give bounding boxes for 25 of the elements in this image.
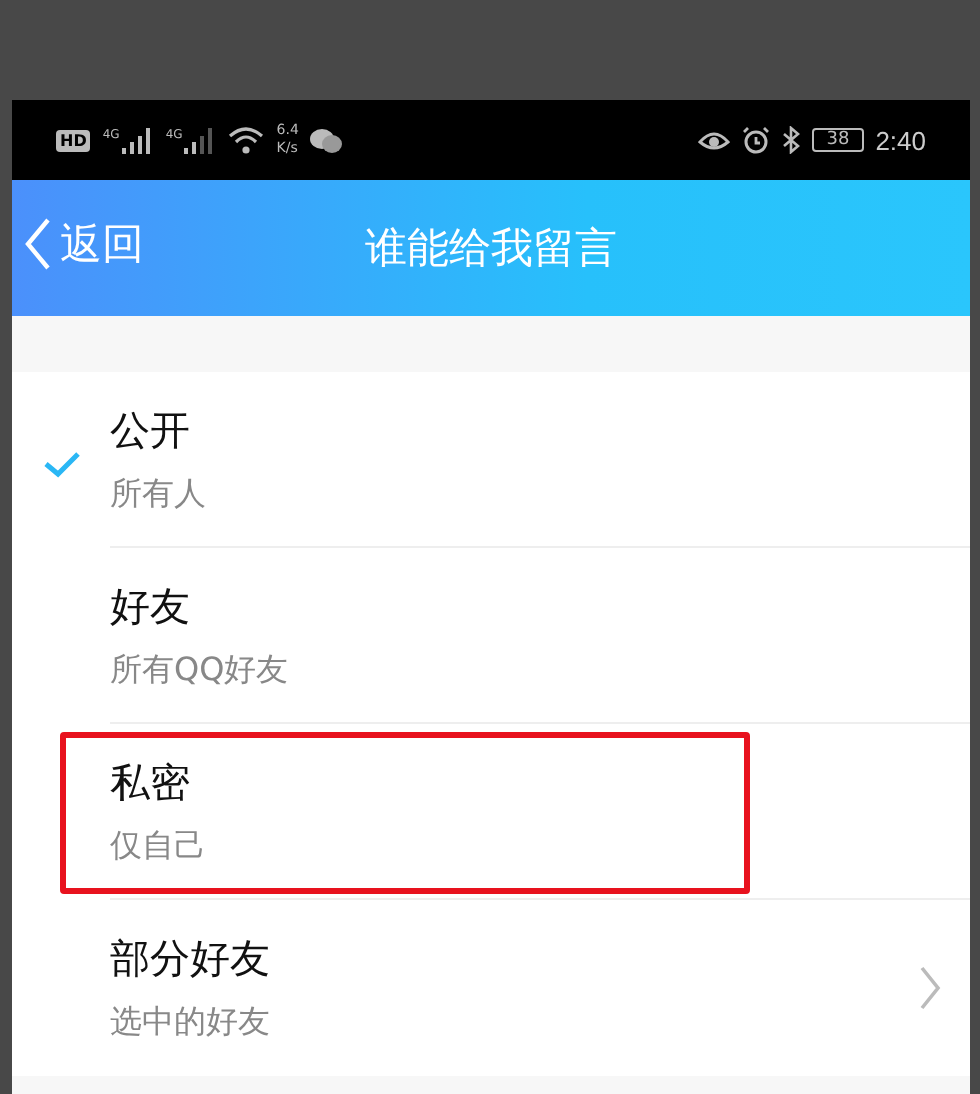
chat-bubbles-icon [310,127,343,153]
signal-icon [184,127,217,153]
chevron-right-icon [918,964,942,1012]
clock-time: 2:40 [875,125,926,155]
bluetooth-icon [782,126,801,154]
eye-icon [698,128,731,152]
alarm-icon [742,126,771,154]
option-item[interactable]: 公开 所有人 [12,372,970,548]
option-subtitle: 仅自己 [110,825,206,867]
option-item[interactable]: 好友 所有QQ好友 [12,548,970,724]
hd-badge: HD [56,129,91,151]
option-item[interactable]: 私密 仅自己 [12,724,970,900]
option-title: 公开 [110,403,192,457]
option-subtitle: 选中的好友 [110,1002,270,1044]
wifi-icon [228,126,265,154]
option-item[interactable]: 部分好友 选中的好友 [12,900,970,1076]
option-title: 好友 [110,579,192,633]
option-subtitle: 所有人 [110,473,206,515]
option-title: 部分好友 [110,932,270,986]
signal-icon [121,127,154,153]
back-chevron-icon [24,216,52,272]
option-subtitle: 所有QQ好友 [110,649,289,691]
page-title: 谁能给我留言 [365,222,617,276]
option-title: 私密 [110,755,192,809]
battery-icon: 38 [812,128,864,152]
